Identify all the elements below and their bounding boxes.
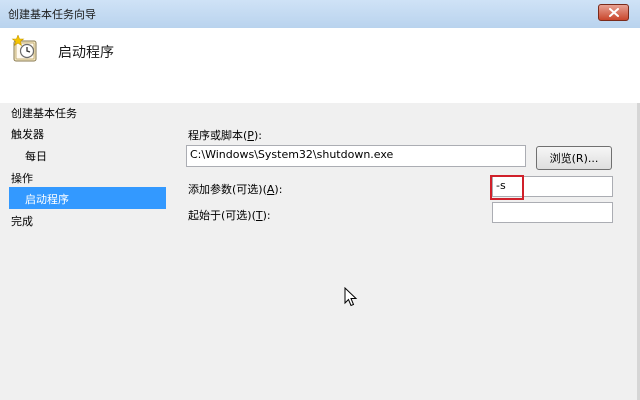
task-scheduler-clock-icon	[11, 35, 37, 62]
arguments-label: 添加参数(可选)(A):	[188, 183, 283, 196]
annotation-highlight-box	[490, 175, 524, 200]
close-icon	[608, 8, 619, 17]
wizard-header	[0, 28, 640, 104]
window-title: 创建基本任务向导	[8, 8, 96, 21]
mouse-pointer-icon	[344, 287, 358, 307]
start-in-label: 起始于(可选)(T):	[188, 209, 271, 222]
sidebar-item-create-task: 创建基本任务	[11, 107, 77, 120]
sidebar-item-start-program: 启动程序	[25, 193, 69, 206]
close-button[interactable]	[598, 4, 629, 21]
title-bar	[0, 0, 640, 29]
sidebar-item-action: 操作	[11, 172, 33, 185]
sidebar-item-finish: 完成	[11, 215, 33, 228]
browse-button[interactable]: 浏览(R)...	[536, 146, 612, 170]
start-in-input[interactable]	[492, 202, 613, 223]
sidebar-item-daily: 每日	[25, 150, 47, 163]
page-title: 启动程序	[58, 45, 114, 61]
program-path-input[interactable]: C:\Windows\System32\shutdown.exe	[186, 145, 526, 167]
program-label: 程序或脚本(P):	[188, 129, 262, 142]
sidebar-item-trigger: 触发器	[11, 128, 44, 141]
